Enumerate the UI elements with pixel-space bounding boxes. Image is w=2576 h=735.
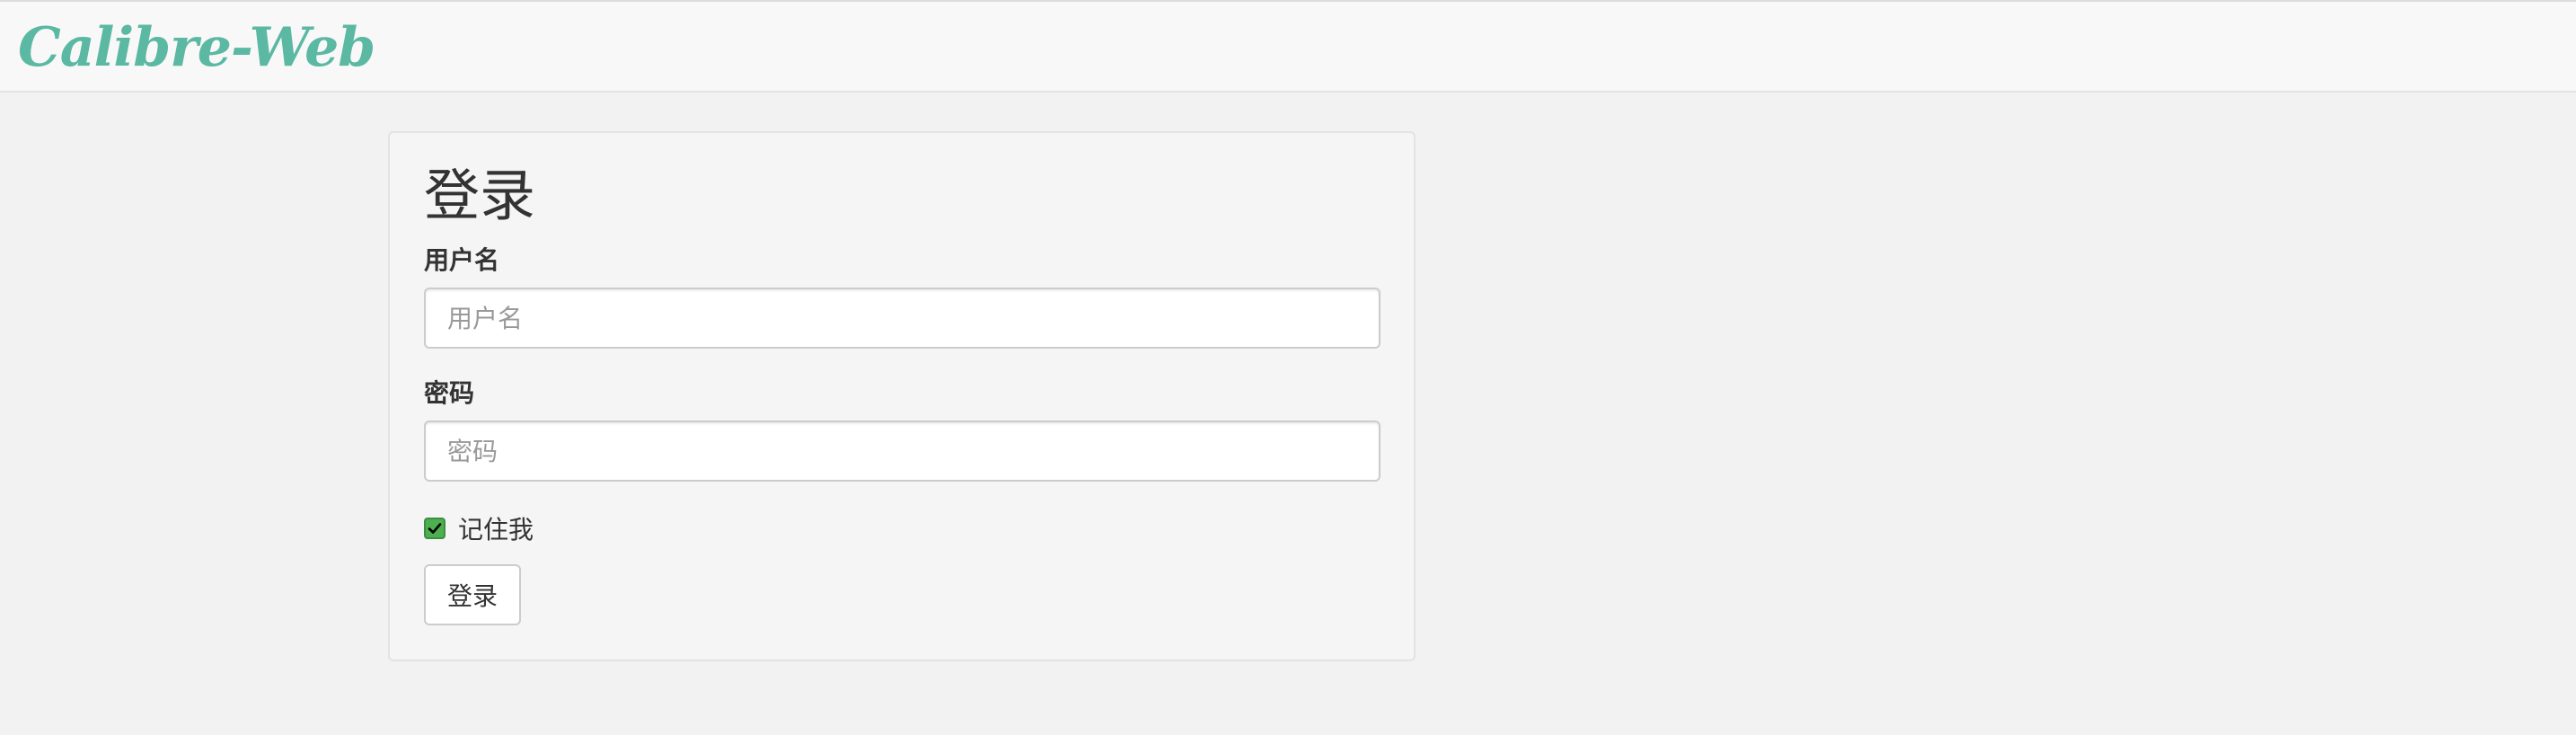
username-input[interactable] — [424, 288, 1381, 349]
password-label: 密码 — [424, 378, 475, 408]
username-label: 用户名 — [424, 245, 500, 275]
login-button[interactable]: 登录 — [424, 564, 522, 625]
checkmark-icon — [428, 523, 442, 534]
page-title: 登录 — [424, 163, 536, 228]
brand-logo[interactable]: Calibre-Web — [18, 7, 375, 88]
remember-me-label[interactable]: 记住我 — [458, 510, 534, 546]
password-input[interactable] — [424, 421, 1381, 482]
remember-me-row[interactable]: 记住我 — [424, 512, 534, 545]
top-navbar: Calibre-Web — [0, 0, 2576, 93]
remember-me-checkbox[interactable] — [424, 518, 446, 539]
login-panel: 登录 用户名 密码 记住我 登录 — [388, 131, 1416, 661]
